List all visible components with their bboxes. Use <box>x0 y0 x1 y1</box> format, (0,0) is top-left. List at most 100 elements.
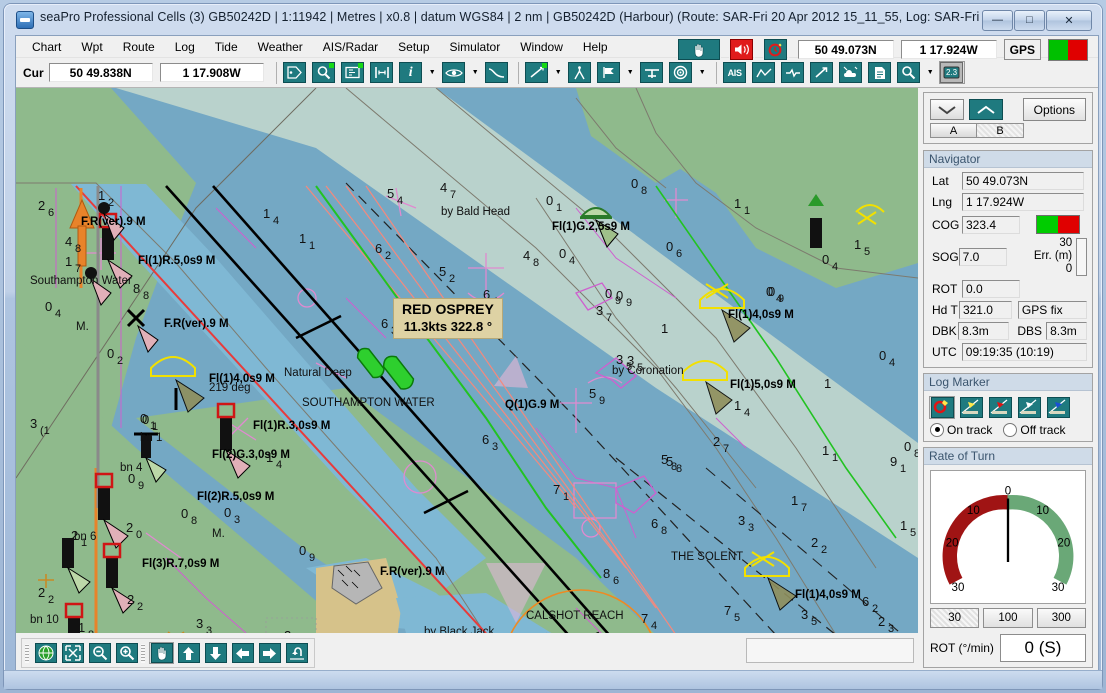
fix-status-value[interactable]: GPS fix <box>1017 300 1087 319</box>
chevron-down-icon[interactable]: ▼ <box>427 61 438 84</box>
undo-icon-glyph <box>285 643 308 663</box>
chart-sounding-decimal: 3 <box>748 522 754 534</box>
zoom-in-icon[interactable] <box>114 642 139 664</box>
collapse-up-button[interactable] <box>969 99 1003 120</box>
pan-hand-icon[interactable] <box>149 642 174 664</box>
marker-white-flag-icon[interactable] <box>1016 395 1042 419</box>
weather-icon[interactable] <box>837 61 864 84</box>
sog-value[interactable]: 7.0 <box>958 247 1007 266</box>
document-icon[interactable] <box>866 61 893 84</box>
marker-yellow-flag-icon[interactable] <box>958 395 984 419</box>
vessel-popup[interactable]: RED OSPREY 11.3kts 322.8 ° <box>393 298 503 339</box>
pan-hand-icon[interactable] <box>676 38 721 61</box>
scale-icon[interactable] <box>368 61 395 84</box>
track-icon[interactable] <box>750 61 777 84</box>
chart-sounding-decimal: 4 <box>651 620 657 632</box>
undo-icon[interactable] <box>284 642 309 664</box>
arrow-right-icon[interactable] <box>257 642 282 664</box>
rot-scale-30[interactable]: 30 <box>930 607 980 628</box>
menu-item-help[interactable]: Help <box>573 38 618 56</box>
cursor-lat-field[interactable]: 50 49.838N <box>48 63 153 82</box>
rot-value[interactable]: 0.0 <box>962 279 1020 298</box>
toolbar-grip[interactable] <box>141 643 145 663</box>
zoom-icon[interactable] <box>895 61 922 84</box>
chevron-down-icon[interactable]: ▼ <box>553 61 564 84</box>
toolbar-grip[interactable] <box>25 643 29 663</box>
chart-sounding: 0 <box>766 284 773 299</box>
alarm-clock-icon[interactable] <box>762 38 789 61</box>
arrow-down-icon[interactable] <box>203 642 228 664</box>
maximize-button[interactable]: □ <box>1014 10 1045 31</box>
chevron-down-icon[interactable]: ▼ <box>925 61 936 84</box>
chart-light-label: Fl(1)G.2,5s9 M <box>552 221 630 233</box>
arrow-up-icon[interactable] <box>176 642 201 664</box>
position-lng-field[interactable]: 1 17.924W <box>900 40 997 59</box>
curve-icon[interactable] <box>483 61 510 84</box>
target-icon[interactable] <box>667 61 694 84</box>
dbs-value[interactable]: 8.3m <box>1046 321 1088 340</box>
chart-sounding: 1 <box>854 237 861 252</box>
menu-item-ais-radar[interactable]: AIS/Radar <box>313 38 388 56</box>
sound-alarm-icon[interactable] <box>728 38 755 61</box>
globe-icon[interactable] <box>33 642 58 664</box>
dbk-value[interactable]: 8.3m <box>958 321 1010 340</box>
chart-sounding: 0 <box>45 299 52 314</box>
fit-screen-icon[interactable] <box>60 642 85 664</box>
ais-icon[interactable]: AIS <box>721 61 748 84</box>
hdt-value[interactable]: 321.0 <box>958 300 1012 319</box>
measure-icon[interactable] <box>523 61 550 84</box>
display-icon[interactable]: 2.3 <box>938 61 965 84</box>
lng-value[interactable]: 1 17.924W <box>962 193 1084 211</box>
cog-value[interactable]: 323.4 <box>962 215 1020 234</box>
utc-value[interactable]: 09:19:35 (10:19) <box>961 342 1087 361</box>
vector-icon[interactable] <box>808 61 835 84</box>
chevron-down-icon[interactable]: ▼ <box>625 61 636 84</box>
menu-item-wpt[interactable]: Wpt <box>71 38 112 56</box>
minimize-button[interactable]: — <box>982 10 1013 31</box>
chevron-down-icon[interactable]: ▼ <box>697 61 708 84</box>
anchor-table-icon[interactable] <box>638 61 665 84</box>
arrow-left-icon[interactable] <box>230 642 255 664</box>
marker-event-icon[interactable] <box>929 395 955 419</box>
menu-item-route[interactable]: Route <box>113 38 165 56</box>
menu-item-chart[interactable]: Chart <box>22 38 71 56</box>
chart-search-icon[interactable] <box>310 61 337 84</box>
chevron-down-icon[interactable]: ▼ <box>470 61 481 84</box>
chart-canvas[interactable]: Southampton Water SOUTHAMPTON WATER Natura… <box>16 88 919 635</box>
menu-item-log[interactable]: Log <box>165 38 205 56</box>
cursor-lng-field[interactable]: 1 17.908W <box>159 63 264 82</box>
chart-info-icon[interactable] <box>339 61 366 84</box>
menu-item-simulator[interactable]: Simulator <box>440 38 511 56</box>
eye-icon[interactable] <box>440 61 467 84</box>
chart-sounding-decimal: 1 <box>744 205 750 217</box>
chart-light-label: F.R(ver).9 M <box>81 216 146 228</box>
divider-icon[interactable] <box>566 61 593 84</box>
menu-item-weather[interactable]: Weather <box>248 38 313 56</box>
tab-a[interactable]: A <box>930 123 977 138</box>
tab-b[interactable]: B <box>977 123 1024 138</box>
chart-sounding: 0 <box>616 288 623 303</box>
options-button[interactable]: Options <box>1022 98 1086 121</box>
chart-sounding-decimal: 7 <box>801 502 807 514</box>
lat-label: Lat <box>932 174 949 188</box>
collapse-down-button[interactable] <box>930 99 964 120</box>
marker-blue-flag-icon[interactable] <box>1045 395 1071 419</box>
menu-item-tide[interactable]: Tide <box>205 38 248 56</box>
chart-sounding-decimal: 2 <box>385 250 391 262</box>
tide-icon[interactable] <box>779 61 806 84</box>
lat-value[interactable]: 50 49.073N <box>962 172 1084 190</box>
tag-icon[interactable] <box>281 61 308 84</box>
zoom-out-icon[interactable] <box>87 642 112 664</box>
position-lat-field[interactable]: 50 49.073N <box>797 40 894 59</box>
gps-status-button[interactable]: GPS <box>1003 39 1041 60</box>
info-italic-icon[interactable]: i <box>397 61 424 84</box>
on-track-radio[interactable] <box>930 422 944 437</box>
menu-item-setup[interactable]: Setup <box>388 38 439 56</box>
off-track-radio[interactable] <box>1003 422 1018 437</box>
rot-scale-100[interactable]: 100 <box>983 607 1033 628</box>
marker-red-flag-icon[interactable] <box>987 395 1013 419</box>
close-button[interactable]: ✕ <box>1046 10 1092 31</box>
rot-scale-300[interactable]: 300 <box>1036 607 1086 628</box>
flag-icon[interactable] <box>595 61 622 84</box>
menu-item-window[interactable]: Window <box>510 38 573 56</box>
